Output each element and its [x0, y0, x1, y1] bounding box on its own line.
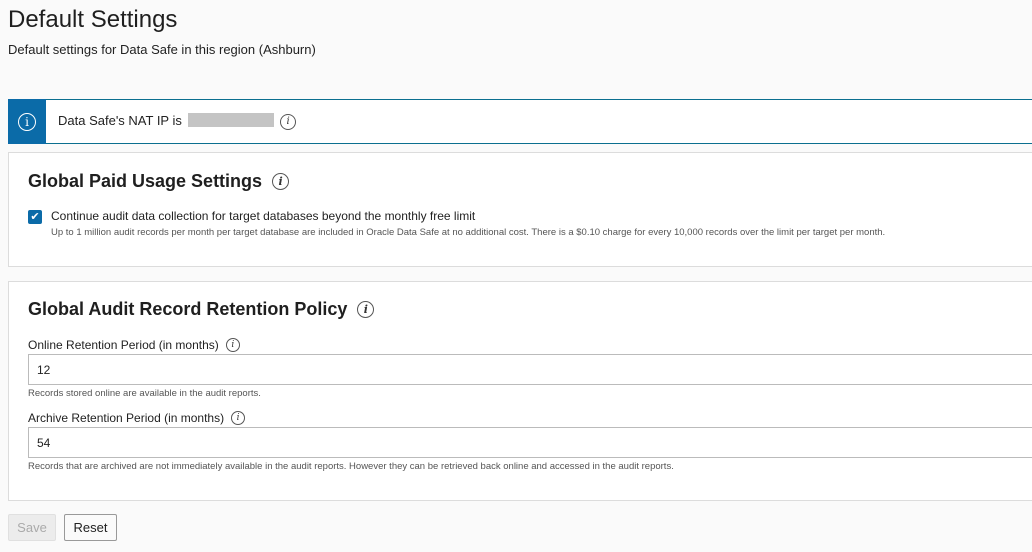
retention-title: Global Audit Record Retention Policy i	[28, 299, 375, 320]
page-subtitle: Default settings for Data Safe in this r…	[8, 42, 316, 57]
archive-retention-input[interactable]	[28, 427, 1032, 458]
banner-text: Data Safe's NAT IP is i	[58, 113, 297, 130]
banner-label: Data Safe's NAT IP is	[58, 113, 182, 129]
checkbox-text: Continue audit data collection for targe…	[51, 209, 885, 238]
masked-ip-value	[187, 113, 274, 128]
online-retention-info-icon[interactable]: i	[225, 338, 240, 352]
paid-usage-info-icon[interactable]: i	[272, 173, 290, 190]
online-retention-help: Records stored online are available in t…	[28, 388, 261, 399]
retention-policy-card: Global Audit Record Retention Policy i O…	[8, 281, 1032, 501]
retention-title-text: Global Audit Record Retention Policy	[28, 299, 348, 319]
page-title: Default Settings	[8, 6, 178, 33]
paid-usage-title-text: Global Paid Usage Settings	[28, 171, 263, 191]
continue-collection-row: ✔ Continue audit data collection for tar…	[28, 209, 885, 238]
settings-page: Default Settings Default settings for Da…	[0, 0, 1032, 552]
online-retention-label: Online Retention Period (in months) i	[28, 338, 240, 352]
reset-button[interactable]: Reset	[64, 514, 117, 541]
nat-ip-banner: i Data Safe's NAT IP is i	[8, 99, 1032, 144]
retention-info-icon[interactable]: i	[357, 301, 375, 318]
archive-retention-label-text: Archive Retention Period (in months)	[28, 411, 225, 425]
checkmark-icon: ✔	[30, 210, 40, 223]
continue-collection-label[interactable]: Continue audit data collection for targe…	[51, 209, 885, 223]
continue-collection-help: Up to 1 million audit records per month …	[51, 227, 886, 238]
archive-retention-label: Archive Retention Period (in months) i	[28, 411, 246, 425]
online-retention-label-text: Online Retention Period (in months)	[28, 338, 219, 352]
nat-ip-info-icon[interactable]: i	[280, 113, 297, 130]
save-button[interactable]: Save	[8, 514, 56, 541]
continue-collection-checkbox[interactable]: ✔	[28, 210, 42, 224]
info-circle-icon: i	[18, 112, 36, 131]
archive-retention-help: Records that are archived are not immedi…	[28, 461, 674, 472]
online-retention-input[interactable]	[28, 354, 1032, 385]
paid-usage-title: Global Paid Usage Settings i	[28, 171, 290, 192]
archive-retention-info-icon[interactable]: i	[231, 411, 246, 425]
banner-icon-box: i	[8, 99, 46, 144]
paid-usage-card: Global Paid Usage Settings i ✔ Continue …	[8, 152, 1032, 267]
